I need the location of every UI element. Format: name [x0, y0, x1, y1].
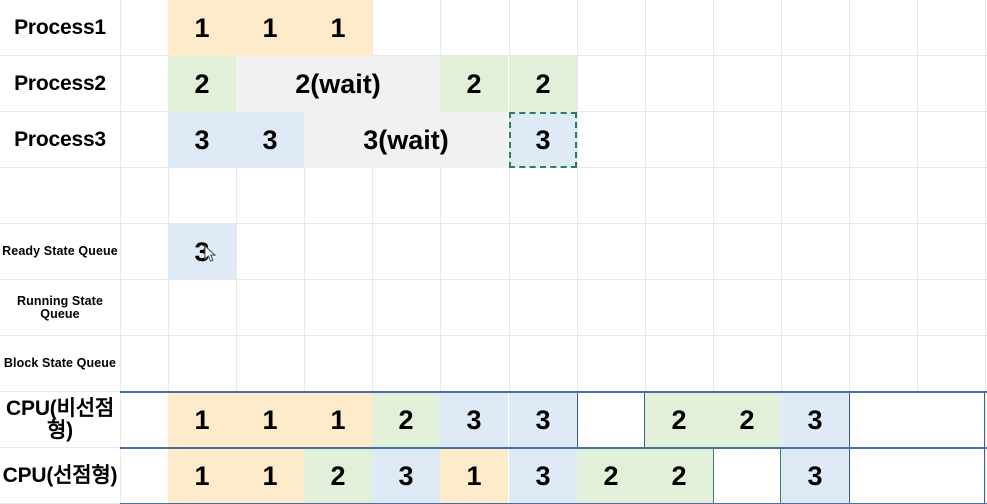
- grid-hline: [0, 223, 987, 224]
- row-label-running-state-queue: Running State Queue: [16, 293, 104, 321]
- cell-process3-c3[interactable]: 3(wait): [304, 112, 508, 168]
- row-label-cpu-non-preemptive: CPU(비선점형): [6, 396, 114, 442]
- cell-process1-c2[interactable]: 1: [236, 0, 304, 56]
- row-label-process3: Process3: [14, 127, 106, 151]
- row-label-block-state-queue: Block State Queue: [3, 356, 117, 371]
- cell-cpu-non-preemptive-c4[interactable]: 2: [372, 392, 440, 448]
- cell-process1-c1[interactable]: 1: [168, 0, 236, 56]
- cell-cpu-non-preemptive-c8[interactable]: 2: [645, 392, 713, 448]
- cell-process1-c3[interactable]: 1: [304, 0, 372, 56]
- spreadsheet-canvas: Process1 Process2 Process3 Ready State Queu…: [0, 0, 987, 504]
- cell-cpu-preemptive-c2[interactable]: 1: [236, 448, 304, 504]
- cell-cpu-non-preemptive-c5[interactable]: 3: [440, 392, 508, 448]
- cell-ready-state-queue-c1[interactable]: 3: [168, 224, 236, 280]
- cell-cpu-preemptive-c10[interactable]: 3: [781, 448, 849, 504]
- grid-vline: [120, 0, 121, 504]
- cell-cpu-preemptive-c8[interactable]: 2: [645, 448, 713, 504]
- cell-process2-c1[interactable]: 2: [168, 56, 236, 112]
- cell-cpu-preemptive-c3[interactable]: 2: [304, 448, 372, 504]
- cell-process3-c1[interactable]: 3: [168, 112, 236, 168]
- cell-cpu-preemptive-c4[interactable]: 3: [372, 448, 440, 504]
- cpu-row-separator: [120, 391, 987, 393]
- cell-cpu-preemptive-c1[interactable]: 1: [168, 448, 236, 504]
- cell-cpu-preemptive-c5[interactable]: 1: [440, 448, 508, 504]
- cell-cpu-preemptive-c7[interactable]: 2: [577, 448, 645, 504]
- cell-cpu-preemptive-c9[interactable]: [713, 448, 781, 504]
- cell-process2-c6[interactable]: 2: [509, 56, 577, 112]
- cpu-row-separator: [120, 447, 987, 449]
- cell-process2-c2[interactable]: 2(wait): [236, 56, 440, 112]
- cell-cpu-non-preemptive-c2[interactable]: 1: [236, 392, 304, 448]
- row-label-process1: Process1: [14, 15, 106, 39]
- grid-vline: [985, 0, 986, 504]
- row-label-process2: Process2: [14, 71, 106, 95]
- cell-cpu-non-preemptive-c7[interactable]: [577, 392, 645, 448]
- grid-hline: [0, 335, 987, 336]
- cell-cpu-non-preemptive-c3[interactable]: 1: [304, 392, 372, 448]
- row-label-ready-state-queue: Ready State Queue: [2, 244, 118, 259]
- cell-cpu-preemptive-c11[interactable]: [849, 448, 985, 504]
- cell-process2-c5[interactable]: 2: [440, 56, 508, 112]
- cell-cpu-non-preemptive-c10[interactable]: 3: [781, 392, 849, 448]
- cell-cpu-preemptive-c6[interactable]: 3: [509, 448, 577, 504]
- cell-process3-c2[interactable]: 3: [236, 112, 304, 168]
- grid-hline: [0, 279, 987, 280]
- cell-cpu-non-preemptive-c11[interactable]: [849, 392, 985, 448]
- cell-cpu-non-preemptive-c6[interactable]: 3: [509, 392, 577, 448]
- cell-process3-c6[interactable]: 3: [509, 112, 577, 168]
- cell-cpu-non-preemptive-c9[interactable]: 2: [713, 392, 781, 448]
- row-label-cpu-preemptive: CPU(선점형): [2, 463, 118, 487]
- cell-cpu-non-preemptive-c1[interactable]: 1: [168, 392, 236, 448]
